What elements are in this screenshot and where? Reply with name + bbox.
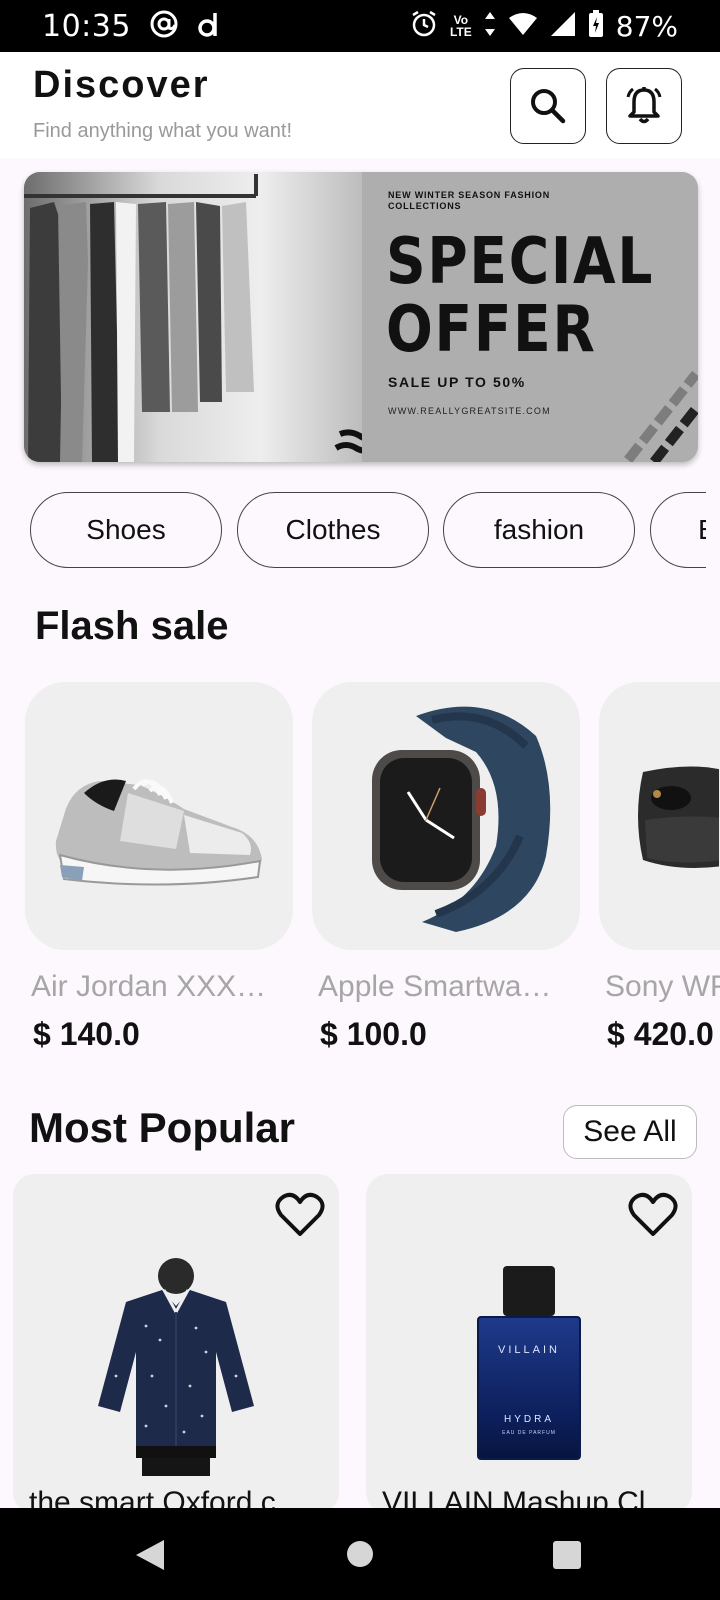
flash-sale-item[interactable]: Sony WF $ 420.0 xyxy=(599,682,720,1053)
system-navigation-bar xyxy=(0,1508,720,1600)
favorite-heart-icon[interactable] xyxy=(275,1192,325,1238)
flash-item-price: $ 420.0 xyxy=(607,1016,714,1052)
flash-sale-item[interactable]: Air Jordan XXX… $ 140.0 xyxy=(25,682,293,1053)
category-chip-clothes[interactable]: Clothes xyxy=(237,492,429,568)
status-bar: 10:35 Vo LTE 87% xyxy=(0,0,720,52)
see-all-button[interactable]: See All xyxy=(563,1105,697,1159)
page-title: Discover xyxy=(33,64,210,106)
flash-item-name: Apple Smartwa… xyxy=(318,970,552,1003)
perfume-product-label: HYDRA xyxy=(503,1414,554,1425)
flash-sale-list: Air Jordan XXX… $ 140.0 Apple Smartwa… $… xyxy=(0,682,720,1072)
shirt-image xyxy=(13,1254,339,1478)
banner-headline: SPECIAL OFFER xyxy=(386,225,655,367)
sneaker-image xyxy=(25,682,293,950)
popular-item[interactable]: VILLAIN HYDRA EAU DE PARFUM VILLAIN Mash… xyxy=(366,1174,692,1514)
flash-item-name: Air Jordan XXX… xyxy=(31,970,267,1003)
battery-percent: 87% xyxy=(615,9,678,43)
data-arrows-icon xyxy=(484,11,496,42)
flash-sale-title: Flash sale xyxy=(35,604,229,648)
notifications-button[interactable] xyxy=(606,68,682,144)
status-time: 10:35 xyxy=(42,8,131,44)
d-app-notification-icon xyxy=(197,9,221,44)
favorite-heart-icon[interactable] xyxy=(628,1192,678,1238)
alarm-icon xyxy=(410,10,438,43)
category-list: Shoes Clothes fashion E xyxy=(0,488,706,572)
search-icon xyxy=(531,89,566,124)
flash-item-name: Sony WF xyxy=(605,970,720,1003)
smartwatch-image xyxy=(312,682,580,950)
signal-icon xyxy=(550,11,576,42)
banner-tagline: NEW WINTER SEASON FASHION COLLECTIONS xyxy=(388,190,551,211)
at-sign-notification-icon xyxy=(149,9,179,44)
flash-item-price: $ 140.0 xyxy=(33,1016,140,1052)
banner-stripes-decoration xyxy=(624,370,698,462)
flash-item-price: $ 100.0 xyxy=(320,1016,427,1052)
wifi-icon xyxy=(508,12,538,41)
perfume-brand-label: VILLAIN xyxy=(498,1344,560,1356)
perfume-type-label: EAU DE PARFUM xyxy=(502,1430,556,1436)
promo-banner[interactable]: NEW WINTER SEASON FASHION COLLECTIONS SP… xyxy=(24,172,698,462)
flash-sale-item[interactable]: Apple Smartwa… $ 100.0 xyxy=(312,682,580,1053)
most-popular-title: Most Popular xyxy=(29,1104,296,1151)
back-icon[interactable] xyxy=(134,1538,166,1572)
category-chip-partial[interactable]: E xyxy=(650,492,706,568)
category-chip-fashion[interactable]: fashion xyxy=(443,492,635,568)
bell-icon xyxy=(626,87,662,124)
popular-item[interactable]: the smart Oxford c xyxy=(13,1174,339,1514)
recents-icon[interactable] xyxy=(552,1540,582,1570)
home-icon[interactable] xyxy=(346,1540,374,1568)
perfume-image: VILLAIN HYDRA EAU DE PARFUM xyxy=(366,1254,692,1478)
battery-icon xyxy=(588,9,604,43)
banner-sale-text: SALE UP TO 50% xyxy=(388,374,526,390)
volte-indicator: Vo LTE xyxy=(449,13,472,39)
app-header: Discover Find anything what you want! xyxy=(0,52,720,158)
banner-url: WWW.REALLYGREATSITE.COM xyxy=(388,406,551,416)
banner-clothing-rack-image xyxy=(24,172,379,462)
category-chip-shoes[interactable]: Shoes xyxy=(30,492,222,568)
search-button[interactable] xyxy=(510,68,586,144)
page-subtitle: Find anything what you want! xyxy=(33,120,293,142)
earbuds-image xyxy=(599,682,720,950)
